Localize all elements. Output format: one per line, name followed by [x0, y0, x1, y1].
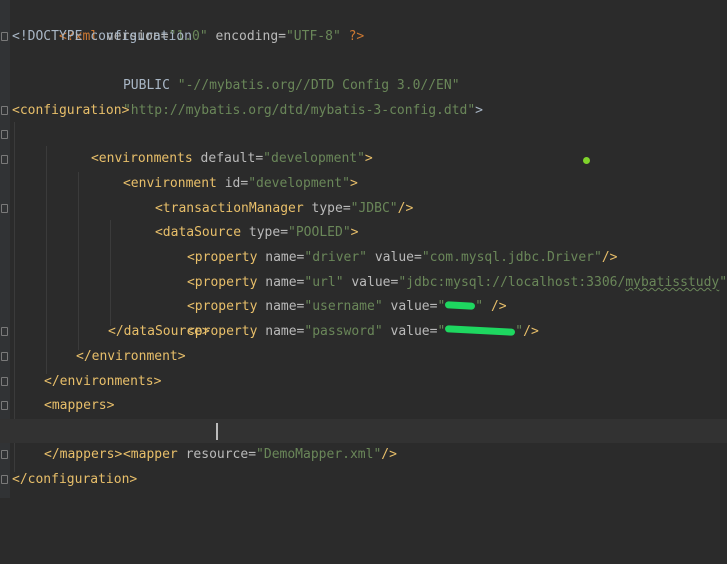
code-line-11[interactable]: <property name="url" value="jdbc:mysql:/…: [0, 247, 727, 290]
xml-tag: </environment>: [76, 349, 186, 364]
doctype-text: <!DOCTYPE configuration: [12, 29, 193, 44]
fold-toggle-icon[interactable]: [1, 450, 8, 459]
xml-tag: </configuration>: [12, 472, 138, 487]
code-line-10[interactable]: <property name="driver" value="com.mysql…: [0, 222, 727, 265]
code-line-18-current[interactable]: <mapper resource="DemoMapper.xml"/>: [0, 419, 727, 462]
xml-tag: </mappers>: [44, 447, 123, 462]
fold-toggle-icon[interactable]: [1, 155, 8, 164]
code-line-1[interactable]: <?xml version="1.0" encoding="UTF-8" ?>: [0, 1, 727, 44]
fold-toggle-icon[interactable]: [1, 352, 8, 361]
fold-toggle-icon[interactable]: [1, 475, 8, 484]
code-line-13[interactable]: <property name="password" value=" "/>: [0, 296, 727, 339]
code-line-4[interactable]: "http://mybatis.org/dtd/mybatis-3-config…: [0, 75, 727, 118]
code-editor[interactable]: <?xml version="1.0" encoding="UTF-8" ?> …: [0, 0, 727, 498]
fold-toggle-icon[interactable]: [1, 377, 8, 386]
code-line-7[interactable]: <environment id="development">: [0, 148, 727, 191]
fold-toggle-icon[interactable]: [1, 401, 8, 410]
fold-toggle-icon[interactable]: [1, 106, 8, 115]
xml-tag: <configuration>: [12, 103, 130, 118]
fold-toggle-icon[interactable]: [1, 130, 8, 139]
code-line-6[interactable]: <environments default="development">: [0, 123, 727, 166]
xml-tag: <mappers>: [44, 398, 115, 413]
code-line-17[interactable]: <mappers>: [0, 394, 727, 418]
code-line-3[interactable]: PUBLIC "-//mybatis.org//DTD Config 3.0//…: [0, 50, 727, 93]
code-line-20[interactable]: </configuration>: [0, 468, 727, 492]
code-line-19[interactable]: </mappers>: [0, 443, 727, 467]
text-caret: [216, 423, 218, 440]
xml-tag: </environments>: [44, 374, 162, 389]
code-line-15[interactable]: </environment>: [0, 345, 727, 369]
fold-toggle-icon[interactable]: [1, 327, 8, 336]
code-line-16[interactable]: </environments>: [0, 370, 727, 394]
code-line-9[interactable]: <dataSource type="POOLED">: [0, 197, 727, 240]
code-line-2[interactable]: <!DOCTYPE configuration: [0, 25, 727, 49]
fold-toggle-icon[interactable]: [1, 32, 8, 41]
status-dot-icon: [583, 157, 590, 164]
code-line-12[interactable]: <property name="username" value=" " />: [0, 271, 727, 314]
code-line-5[interactable]: <configuration>: [0, 99, 727, 123]
fold-toggle-icon[interactable]: [1, 204, 8, 213]
xml-tag: </dataSource>: [108, 324, 210, 339]
code-line-8[interactable]: <transactionManager type="JDBC"/>: [0, 173, 727, 216]
code-line-14[interactable]: </dataSource>: [0, 320, 727, 344]
